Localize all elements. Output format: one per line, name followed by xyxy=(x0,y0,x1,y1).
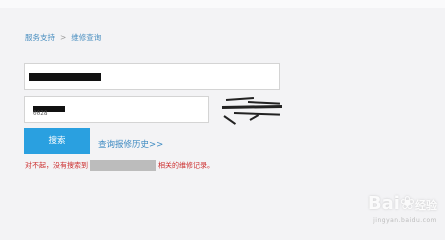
verification-code-input[interactable]: 0028 xyxy=(24,96,209,123)
error-prefix: 对不起，没有搜索到 xyxy=(25,161,88,170)
breadcrumb-separator: > xyxy=(60,33,67,42)
watermark-brand-cn: 经验 xyxy=(415,199,437,212)
error-suffix: 相关的维修记录。 xyxy=(158,161,214,170)
breadcrumb-root[interactable]: 服务支持 xyxy=(25,33,55,42)
repair-history-link[interactable]: 查询报修历史>> xyxy=(98,138,163,150)
error-message: 对不起，没有搜索到 相关的维修记录。 xyxy=(25,160,214,171)
captcha-stroke xyxy=(249,114,260,121)
breadcrumb: 服务支持 > 维修查询 xyxy=(25,32,101,43)
captcha-image[interactable] xyxy=(214,93,283,127)
watermark-url: jingyan.baidu.com xyxy=(373,217,437,224)
serial-redaction xyxy=(29,73,101,81)
serial-number-input[interactable] xyxy=(24,63,280,90)
captcha-stroke xyxy=(223,115,237,125)
watermark-brand: Bai xyxy=(367,193,400,214)
error-redaction xyxy=(90,160,156,171)
breadcrumb-current: 维修查询 xyxy=(71,33,102,42)
captcha-stroke xyxy=(221,104,283,109)
paw-icon: ❀ xyxy=(399,193,415,214)
baidu-jingyan-watermark: Bai❀经验 jingyan.baidu.com xyxy=(367,193,437,224)
verification-code-value: 0028 xyxy=(33,110,48,117)
search-button[interactable]: 搜索 xyxy=(24,128,90,154)
top-strip xyxy=(0,0,445,8)
